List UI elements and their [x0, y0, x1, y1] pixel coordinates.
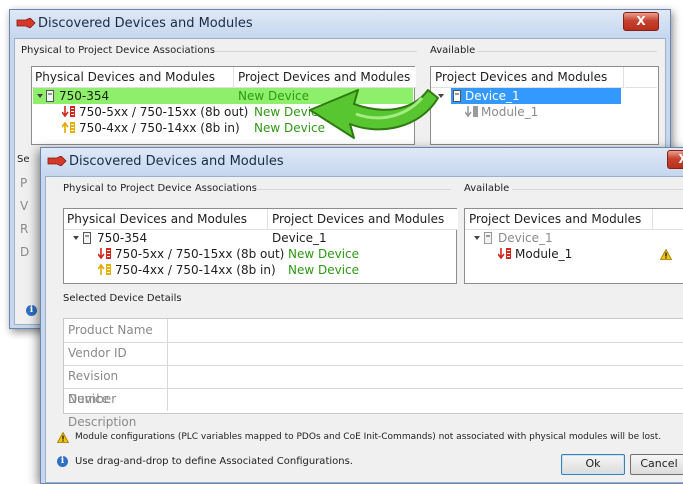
back-available-grid[interactable]: Project Devices and Modules Device_1 Mod…: [430, 66, 659, 145]
front-close-button[interactable]: X: [667, 150, 683, 169]
details-row: Vendor ID: [64, 342, 683, 366]
module-input-icon: [98, 264, 111, 275]
warning-icon: [57, 432, 69, 443]
details-row: Revision Number: [64, 365, 683, 406]
back-hidden-fragment: D: [20, 245, 30, 259]
device-details-table: Product Name Vendor ID Revision Number D…: [63, 318, 683, 429]
front-available-grid[interactable]: Project Devices and Modules Device_1 Mod…: [464, 208, 683, 284]
module-output-icon: [98, 248, 111, 260]
front-available-header[interactable]: Project Devices and Modules: [465, 209, 653, 230]
cancel-button[interactable]: Cancel: [630, 454, 683, 475]
back-dialog-title: Discovered Devices and Modules: [38, 16, 253, 31]
front-details-group-label: Selected Device Details: [63, 293, 182, 304]
drag-arrow-icon: [309, 89, 439, 139]
front-dialog-title: Discovered Devices and Modules: [69, 154, 284, 169]
close-icon: X: [636, 14, 646, 28]
info-icon: i: [26, 305, 37, 316]
front-client-area: Physical to Project Device Associations …: [45, 176, 683, 483]
front-col-project[interactable]: Project Devices and Modules: [268, 209, 458, 230]
expand-triangle-icon[interactable]: [73, 236, 79, 240]
front-assoc-group-label: Physical to Project Device Associations: [63, 183, 257, 194]
details-row: Device Description: [64, 388, 683, 429]
back-assoc-group-line: [215, 51, 417, 52]
back-available-group-line: [477, 51, 657, 52]
module-output-icon: [465, 106, 478, 118]
back-available-header-spacer: [625, 67, 657, 88]
front-available-group-line: [512, 189, 683, 190]
front-project-device[interactable]: Device_1: [272, 231, 327, 245]
back-hidden-fragment: Se: [17, 154, 30, 165]
device-icon: [484, 232, 492, 244]
device-icon: [46, 90, 54, 102]
front-available-device[interactable]: Device_1: [498, 231, 553, 245]
module-output-icon: [62, 106, 75, 118]
back-module-in[interactable]: 750-4xx / 750-14xx (8b in): [79, 121, 240, 135]
back-available-header[interactable]: Project Devices and Modules: [431, 67, 624, 88]
info-icon: i: [57, 456, 68, 467]
front-module-in[interactable]: 750-4xx / 750-14xx (8b in): [115, 263, 276, 277]
ok-button[interactable]: Ok: [561, 454, 625, 475]
back-close-button[interactable]: X: [623, 12, 659, 31]
front-assoc-group-line: [256, 189, 451, 190]
front-module-out-project[interactable]: New Device: [288, 247, 359, 261]
back-module-out[interactable]: 750-5xx / 750-15xx (8b out): [79, 105, 248, 119]
details-label: Product Name: [64, 319, 168, 342]
back-title-bar: Discovered Devices and Modules X: [10, 10, 670, 38]
back-physical-device[interactable]: 750-354: [59, 89, 109, 103]
back-available-group-label: Available: [430, 45, 476, 56]
expand-triangle-icon[interactable]: [37, 94, 43, 98]
title-app-icon: [47, 156, 67, 166]
front-dialog-window: Discovered Devices and Modules X Physica…: [40, 147, 683, 484]
device-icon: [83, 232, 91, 244]
device-icon: [453, 90, 461, 102]
close-icon: X: [678, 152, 683, 166]
front-available-module[interactable]: Module_1: [515, 247, 572, 261]
warning-message: Module configurations (PLC variables map…: [75, 432, 662, 442]
back-available-device[interactable]: Device_1: [465, 89, 520, 103]
front-col-physical[interactable]: Physical Devices and Modules: [64, 209, 268, 230]
details-row: Product Name: [64, 319, 683, 343]
warning-icon: [660, 249, 672, 260]
front-available-header-spacer: [653, 209, 683, 230]
details-label: Vendor ID: [64, 342, 168, 365]
back-assoc-group-label: Physical to Project Device Associations: [21, 45, 215, 56]
info-message: Use drag-and-drop to define Associated C…: [75, 456, 353, 467]
title-app-icon: [16, 18, 36, 28]
front-physical-device[interactable]: 750-354: [97, 231, 147, 245]
details-label: Revision Number: [64, 365, 168, 406]
front-physical-grid[interactable]: Physical Devices and Modules Project Dev…: [63, 208, 458, 284]
front-module-in-project[interactable]: New Device: [288, 263, 359, 277]
back-hidden-fragment: R: [20, 222, 29, 236]
details-label: Device Description: [64, 388, 168, 429]
back-available-module[interactable]: Module_1: [481, 105, 538, 119]
expand-triangle-icon[interactable]: [474, 236, 480, 240]
module-output-icon: [498, 248, 511, 260]
back-hidden-fragment: P: [20, 176, 28, 190]
back-hidden-fragment: V: [20, 199, 29, 213]
front-available-group-label: Available: [464, 183, 510, 194]
module-input-icon: [62, 122, 75, 133]
back-col-physical[interactable]: Physical Devices and Modules: [32, 67, 234, 88]
back-project-device[interactable]: New Device: [238, 89, 309, 103]
front-title-bar: Discovered Devices and Modules X: [41, 148, 683, 176]
front-module-out[interactable]: 750-5xx / 750-15xx (8b out): [115, 247, 284, 261]
